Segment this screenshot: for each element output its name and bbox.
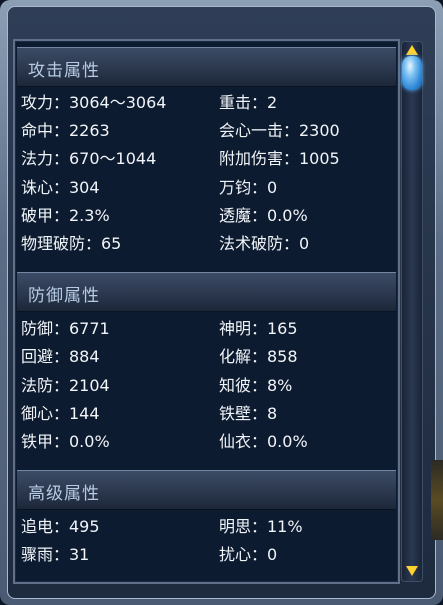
section-title-advanced: 高级属性	[28, 484, 100, 504]
attr-iron-armor: 铁甲：0.0%	[21, 432, 110, 451]
attr-disturb-mind: 扰心：0	[219, 545, 278, 564]
attr-evasion: 回避：884	[21, 347, 100, 366]
attr-iron-wall: 铁壁：8	[219, 404, 278, 423]
attr-accuracy: 命中：2263	[21, 121, 110, 140]
triangle-down-icon	[406, 566, 418, 576]
attr-heart-guard: 御心：144	[21, 404, 100, 423]
attr-divine: 神明：165	[219, 319, 298, 338]
attr-know-enemy: 知彼：8%	[219, 376, 293, 395]
attr-bonus-damage: 附加伤害：1005	[219, 149, 340, 168]
attr-clear-thought: 明思：11%	[219, 517, 303, 536]
attr-dissolve: 化解：858	[219, 347, 298, 366]
attr-lightning-chase: 追电：495	[21, 517, 100, 536]
triangle-up-icon	[406, 45, 418, 55]
section-header-attack: 攻击属性	[17, 47, 396, 87]
scrollbar-track[interactable]	[401, 41, 423, 582]
section-header-advanced: 高级属性	[17, 470, 396, 510]
scroll-down-button[interactable]	[403, 563, 421, 579]
attr-defense: 防御：6771	[21, 319, 110, 338]
attr-heavy-strike: 重击：2	[219, 93, 278, 112]
attr-sudden-rain: 骤雨：31	[21, 545, 90, 564]
section-title-attack: 攻击属性	[28, 61, 100, 81]
attr-heart-pierce: 诛心：304	[21, 178, 100, 197]
section-title-defense: 防御属性	[28, 286, 100, 306]
attr-critical-strike: 会心一击：2300	[219, 121, 340, 140]
section-header-defense: 防御属性	[17, 272, 396, 312]
attr-magic-penetration: 透魔：0.0%	[219, 206, 308, 225]
attr-magic-defense: 法防：2104	[21, 376, 110, 395]
attr-armor-break: 破甲：2.3%	[21, 206, 110, 225]
attr-attack-power: 攻力：3064～3064	[21, 93, 167, 112]
attr-immortal-robe: 仙衣：0.0%	[219, 432, 308, 451]
window-side-edge	[431, 460, 443, 540]
attr-physical-pierce: 物理破防：65	[21, 234, 122, 253]
attr-wanjun: 万钧：0	[219, 178, 278, 197]
attr-magic-power: 法力：670～1044	[21, 149, 157, 168]
attr-spell-pierce: 法术破防：0	[219, 234, 310, 253]
attribute-panel: 攻击属性 攻力：3064～3064 重击：2 命中：2263 会心一击：2300…	[13, 39, 400, 584]
scrollbar-thumb[interactable]	[402, 56, 422, 90]
